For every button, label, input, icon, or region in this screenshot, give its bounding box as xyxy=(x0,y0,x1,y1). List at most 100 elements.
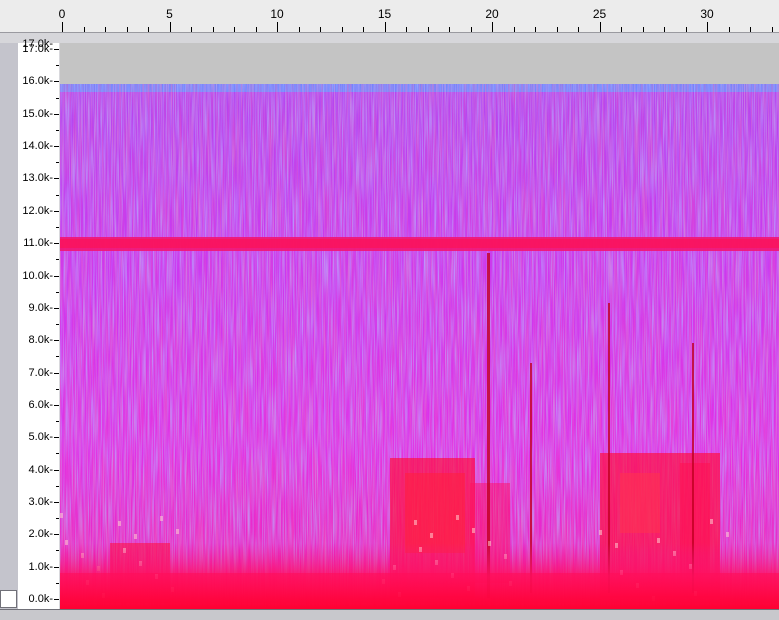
frequency-ruler-tick xyxy=(56,388,59,390)
frequency-ruler-tick xyxy=(56,226,59,228)
time-ruler-tick xyxy=(707,22,708,32)
time-ruler-label: 10 xyxy=(270,7,284,21)
frequency-ruler-label: 11.0k- xyxy=(23,237,53,250)
frequency-ruler-tick xyxy=(54,501,59,503)
time-ruler-tick xyxy=(427,27,429,32)
time-ruler[interactable]: 0 5 10 15 20 25 30 xyxy=(0,0,779,33)
track-control-margin[interactable] xyxy=(0,43,19,609)
frequency-ruler-label: 4.0k- xyxy=(28,463,53,476)
time-ruler-tick xyxy=(62,22,63,32)
frequency-ruler-label: 17.0k- xyxy=(22,38,53,50)
time-ruler-tick xyxy=(126,27,128,32)
frequency-ruler-label: 5.0k- xyxy=(28,431,53,444)
frequency-ruler-label: 15.0k- xyxy=(22,107,53,120)
frequency-ruler-label: 13.0k- xyxy=(22,172,53,185)
frequency-ruler-label: 16.0k- xyxy=(22,75,53,88)
frequency-ruler-tick xyxy=(56,259,59,261)
time-ruler-tick xyxy=(578,27,579,32)
spectrogram-image xyxy=(60,43,779,609)
spectrogram-energy-region xyxy=(176,529,179,534)
time-ruler-tick xyxy=(685,27,687,32)
time-ruler-tick xyxy=(642,27,644,32)
frequency-ruler-tick xyxy=(56,356,59,358)
frequency-ruler-label: 0.0k- xyxy=(28,593,53,605)
frequency-ruler-tick xyxy=(56,291,59,293)
time-ruler-label: 5 xyxy=(166,7,173,21)
frequency-ruler-tick xyxy=(56,582,59,584)
frequency-ruler-tick xyxy=(56,453,59,455)
frequency-ruler-label: 14.0k- xyxy=(22,140,53,153)
bottom-border xyxy=(0,609,779,620)
frequency-ruler-tick xyxy=(54,146,59,148)
time-ruler-label: 15 xyxy=(377,7,392,21)
spectrogram-energy-region xyxy=(657,538,660,543)
frequency-ruler-tick xyxy=(54,81,59,83)
frequency-ruler-label: 8.0k- xyxy=(28,334,53,347)
spectrogram-energy-region xyxy=(726,532,729,537)
frequency-ruler-tick xyxy=(54,210,59,212)
frequency-ruler-tick xyxy=(56,129,59,131)
time-ruler-tick xyxy=(341,27,343,32)
frequency-ruler-tick xyxy=(54,437,59,439)
frequency-ruler-label: 9.0k- xyxy=(28,301,53,314)
frequency-ruler-label: 10.0k- xyxy=(22,269,53,282)
spectrogram-energy-region xyxy=(60,513,63,518)
frequency-ruler-tick xyxy=(54,243,59,245)
frequency-ruler-label: 12.0k- xyxy=(22,204,53,217)
frequency-ruler-tick xyxy=(54,340,59,342)
spectrogram-energy-region xyxy=(405,473,465,553)
frequency-ruler-tick xyxy=(54,178,59,180)
frequency-ruler[interactable]: 0.0k- 1.0k- 2.0k- 3.0k- 4.0k- 5.0k- 6.0k- 7.0k-… xyxy=(18,38,59,609)
time-ruler-tick xyxy=(298,27,300,32)
time-ruler-tick xyxy=(320,27,321,32)
frequency-ruler-tick xyxy=(56,97,59,99)
frequency-ruler-tick xyxy=(56,194,59,196)
time-ruler-tick xyxy=(169,22,171,32)
frequency-ruler-tick xyxy=(54,566,59,568)
spectrogram-energy-region xyxy=(430,533,433,538)
time-ruler-tick xyxy=(621,27,622,32)
frequency-ruler-tick xyxy=(54,307,59,309)
frequency-ruler-tick xyxy=(54,599,59,600)
time-ruler-tick xyxy=(771,27,773,32)
time-ruler-tick xyxy=(513,27,515,32)
time-ruler-tick xyxy=(148,27,149,32)
spectrogram-view[interactable] xyxy=(60,43,779,609)
time-ruler-tick xyxy=(212,27,214,32)
frequency-ruler-tick xyxy=(54,404,59,406)
frequency-ruler-label: 7.0k- xyxy=(28,366,53,379)
frequency-ruler-tick xyxy=(54,49,59,51)
spectrogram-energy-region xyxy=(620,473,660,533)
time-ruler-tick xyxy=(384,22,386,32)
frequency-ruler-tick xyxy=(54,534,59,536)
spectrogram-empty-region xyxy=(60,43,779,84)
time-ruler-tick xyxy=(556,27,558,32)
time-ruler-tick xyxy=(255,27,257,32)
time-ruler-tick xyxy=(470,27,472,32)
frequency-ruler-tick xyxy=(54,113,59,115)
frequency-ruler-label: 6.0k- xyxy=(28,398,53,411)
frequency-ruler-tick xyxy=(56,162,59,164)
time-ruler-tick xyxy=(535,27,536,32)
time-ruler-tick xyxy=(664,27,665,32)
frequency-ruler-tick xyxy=(56,518,59,520)
spectrogram-energy-region xyxy=(710,519,713,524)
time-ruler-tick xyxy=(363,27,364,32)
frequency-ruler-label: 3.0k- xyxy=(28,495,53,508)
time-ruler-tick xyxy=(191,27,192,32)
time-ruler-tick xyxy=(234,27,235,32)
time-ruler-tick xyxy=(728,27,730,32)
spectrogram-energy-region xyxy=(414,520,417,525)
time-ruler-tick xyxy=(277,22,278,32)
time-ruler-label: 30 xyxy=(700,7,714,21)
frequency-ruler-tick xyxy=(56,421,59,423)
spectrogram-energy-region xyxy=(160,516,163,521)
time-ruler-tick xyxy=(492,22,493,32)
time-ruler-tick xyxy=(83,27,85,32)
spectrogram-energy-region xyxy=(472,528,475,533)
spectrogram-energy-region xyxy=(134,534,137,539)
frequency-ruler-tick xyxy=(54,372,59,374)
frequency-ruler-label: 1.0k- xyxy=(28,560,53,573)
collapse-box[interactable] xyxy=(0,590,17,608)
time-ruler-tick xyxy=(750,27,751,32)
